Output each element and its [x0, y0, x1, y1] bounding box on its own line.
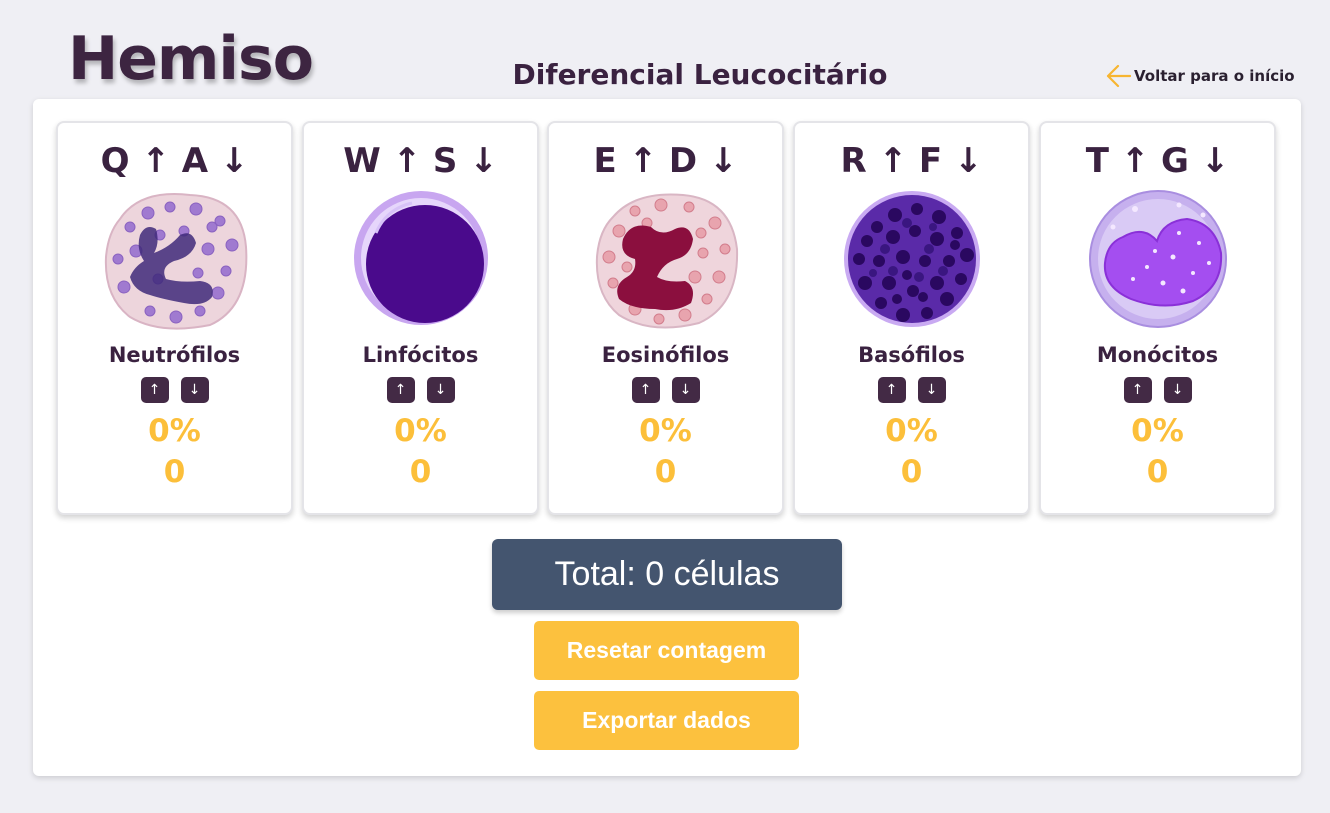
monocyte-icon	[1041, 187, 1274, 333]
back-link-label: Voltar para o início	[1134, 67, 1295, 85]
cell-card-eosinofilos: E ↑ D ↓ Eosinófilos ↑ ↓ 0% 0	[547, 121, 784, 515]
arrow-left-icon	[1106, 64, 1131, 88]
increment-button[interactable]: ↑	[877, 377, 906, 403]
cell-percentage: 0%	[1131, 413, 1184, 449]
decrement-button[interactable]: ↓	[1163, 377, 1192, 403]
cell-card-basofilos: R ↑ F ↓ Basófilos ↑ ↓ 0% 0	[793, 121, 1030, 515]
cell-percentage: 0%	[148, 413, 201, 449]
increment-button[interactable]: ↑	[1123, 377, 1152, 403]
decrement-button[interactable]: ↓	[426, 377, 455, 403]
shortcut-keys: W ↑ S ↓	[343, 141, 498, 181]
shortcut-keys: T ↑ G ↓	[1085, 141, 1230, 181]
decrement-button[interactable]: ↓	[180, 377, 209, 403]
decrement-button[interactable]: ↓	[671, 377, 700, 403]
cell-count: 0	[163, 454, 186, 490]
total-cells-display: Total: 0 células	[492, 539, 842, 610]
neutrophil-icon	[58, 187, 291, 333]
cell-count: 0	[409, 454, 432, 490]
export-data-button[interactable]: Exportar dados	[534, 691, 799, 750]
cell-name: Basófilos	[858, 343, 965, 367]
eosinophil-icon	[549, 187, 782, 333]
cell-percentage: 0%	[885, 413, 938, 449]
decrement-button[interactable]: ↓	[917, 377, 946, 403]
cell-count: 0	[1146, 454, 1169, 490]
lymphocyte-icon	[304, 187, 537, 333]
increment-button[interactable]: ↑	[631, 377, 660, 403]
cell-percentage: 0%	[394, 413, 447, 449]
increment-button[interactable]: ↑	[386, 377, 415, 403]
increment-button[interactable]: ↑	[140, 377, 169, 403]
back-link[interactable]: Voltar para o início	[1105, 64, 1295, 88]
cell-name: Monócitos	[1096, 343, 1219, 367]
shortcut-keys: R ↑ F ↓	[840, 141, 983, 181]
cell-card-monocitos: T ↑ G ↓ Monócitos ↑ ↓ 0% 0	[1039, 121, 1276, 515]
cell-card-linfocitos: W ↑ S ↓ Linfócitos ↑ ↓ 0% 0	[302, 121, 539, 515]
main-panel: Q ↑ A ↓ Neutrófilos ↑ ↓ 0% 0 W ↑ S ↓ Lin…	[33, 99, 1301, 776]
reset-count-button[interactable]: Resetar contagem	[534, 621, 799, 680]
cell-count: 0	[654, 454, 677, 490]
cell-card-neutrofilos: Q ↑ A ↓ Neutrófilos ↑ ↓ 0% 0	[56, 121, 293, 515]
basophil-icon	[795, 187, 1028, 333]
cell-count: 0	[900, 454, 923, 490]
cell-percentage: 0%	[639, 413, 692, 449]
cell-name: Neutrófilos	[108, 343, 241, 367]
shortcut-keys: Q ↑ A ↓	[100, 141, 249, 181]
shortcut-keys: E ↑ D ↓	[593, 141, 738, 181]
cell-name: Eosinófilos	[601, 343, 730, 367]
cell-name: Linfócitos	[362, 343, 479, 367]
